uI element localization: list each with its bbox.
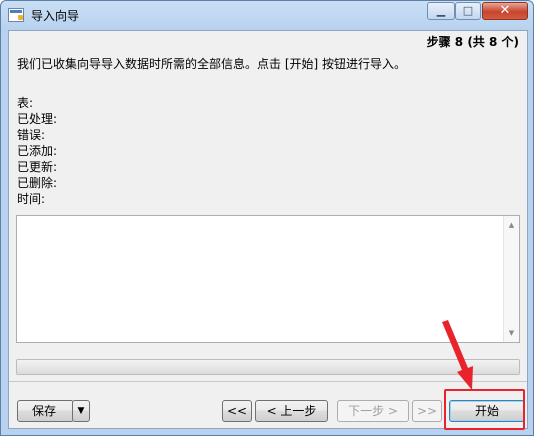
- app-icon: [8, 8, 24, 22]
- log-scrollbar[interactable]: ▲ ▼: [503, 216, 519, 342]
- scroll-up-icon[interactable]: ▲: [504, 218, 519, 232]
- start-button-highlight: [444, 389, 525, 430]
- last-step-button[interactable]: >>: [412, 400, 442, 422]
- maximize-button[interactable]: □: [455, 2, 481, 20]
- stat-processed-label: 已处理:: [17, 112, 58, 126]
- close-button[interactable]: ✕: [482, 2, 528, 20]
- window-title: 导入向导: [31, 9, 80, 23]
- scroll-down-icon[interactable]: ▼: [504, 326, 519, 340]
- stat-added-label: 已添加:: [17, 144, 58, 158]
- next-step-button[interactable]: 下一步 >: [337, 400, 409, 422]
- wizard-description: 我们已收集向导导入数据时所需的全部信息。点击 [开始] 按钮进行导入。: [17, 57, 406, 71]
- previous-step-button[interactable]: < 上一步: [255, 400, 328, 422]
- stat-updated-label: 已更新:: [17, 160, 58, 174]
- stat-time-label: 时间:: [17, 192, 46, 206]
- stat-table-label: 表:: [17, 96, 34, 110]
- stat-errors-label: 错误:: [17, 128, 46, 142]
- save-dropdown-button[interactable]: ▼: [72, 400, 90, 422]
- annotation-arrow-icon: [442, 320, 473, 390]
- minimize-button[interactable]: ▁: [427, 2, 455, 20]
- save-button[interactable]: 保存: [17, 400, 74, 422]
- import-stats: 表: 已处理: 错误: 已添加: 已更新: 已删除: 时间:: [17, 95, 57, 207]
- title-bar[interactable]: 导入向导 ▁ □ ✕: [1, 1, 533, 29]
- first-step-button[interactable]: <<: [222, 400, 252, 422]
- stat-deleted-label: 已删除:: [17, 176, 58, 190]
- step-indicator: 步骤 8 (共 8 个): [426, 35, 519, 49]
